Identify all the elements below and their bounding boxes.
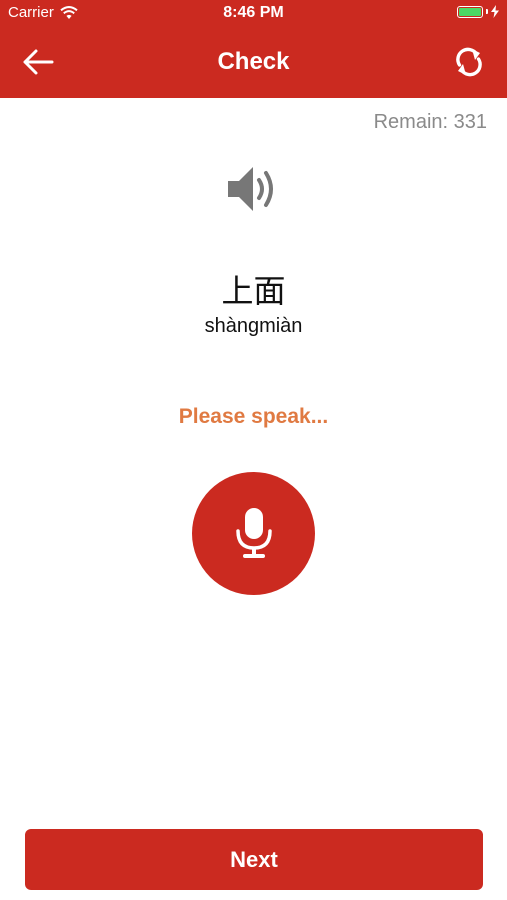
status-time: 8:46 PM — [223, 4, 284, 21]
microphone-icon — [235, 507, 272, 558]
charging-bolt-icon — [491, 5, 499, 18]
status-bar: Carrier 8:46 PM — [0, 0, 507, 28]
next-button[interactable]: Next — [25, 829, 483, 890]
word-pinyin: shàngmiàn — [204, 315, 303, 337]
remaining-count: Remain: 331 — [373, 111, 487, 133]
speaker-icon[interactable] — [226, 160, 284, 218]
refresh-button[interactable] — [451, 44, 487, 80]
speak-prompt: Please speak... — [178, 405, 329, 428]
word-hanzi: 上面 — [221, 273, 286, 309]
header-bar: Carrier 8:46 PM Check — [0, 0, 507, 98]
battery-icon — [457, 5, 499, 18]
microphone-button[interactable] — [192, 472, 315, 595]
page-title: Check — [217, 48, 290, 75]
